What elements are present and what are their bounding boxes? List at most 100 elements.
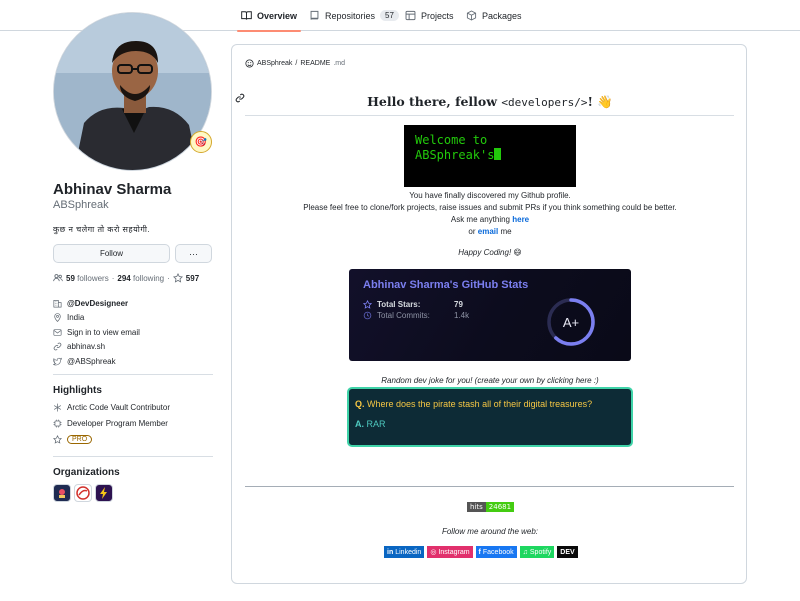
tab-projects[interactable]: Projects <box>405 0 454 31</box>
company-link[interactable]: @DevDesigneer <box>67 299 128 308</box>
dev-badge[interactable]: DEV <box>557 546 578 558</box>
hits-badge[interactable]: hits 24681 <box>467 502 515 512</box>
spotify-icon: ♫ <box>522 548 528 556</box>
linkedin-badge[interactable]: in Linkedin <box>384 546 425 558</box>
readme-line-1: You have finally discovered my Github pr… <box>409 191 571 200</box>
link-icon <box>53 342 62 351</box>
organizations-heading: Organizations <box>53 467 120 478</box>
followers-count: 59 <box>66 273 75 283</box>
waving-hand-icon: 👋 <box>597 94 613 109</box>
heading-code: <developers/> <box>501 96 588 109</box>
org-avatar-1[interactable] <box>53 484 71 502</box>
history-icon <box>363 311 372 320</box>
heading-suffix: ! <box>587 94 593 109</box>
following-label: following <box>132 273 165 283</box>
spotify-badge[interactable]: ♫ Spotify <box>519 546 555 558</box>
joke-question: Q. Where does the pirate stash all of th… <box>355 399 625 409</box>
highlight-label[interactable]: Developer Program Member <box>67 419 168 428</box>
joke-caption[interactable]: Random dev joke for you! (create your ow… <box>232 376 746 385</box>
email-signin-link[interactable]: Sign in to view email <box>67 328 140 337</box>
highlight-label[interactable]: Arctic Code Vault Contributor <box>67 403 170 412</box>
facebook-icon: f <box>478 548 481 556</box>
readme-user[interactable]: ABSphreak <box>257 60 292 67</box>
org-logo-icon <box>76 486 90 500</box>
repo-icon <box>310 10 319 20</box>
snowflake-icon <box>53 403 62 412</box>
dot-separator: · <box>167 273 170 283</box>
readme-heading: Hello there, fellow <developers/>! 👋 <box>232 94 746 110</box>
follow-stats: 59 followers · 294 following · 597 <box>53 273 199 283</box>
happy-coding-text: Happy Coding! 😄 <box>458 248 522 257</box>
target-icon: 🎯 <box>194 136 208 148</box>
tab-label: Projects <box>421 10 454 21</box>
sidebar-divider <box>53 456 213 457</box>
typing-terminal-banner: Welcome to ABSphreak's <box>404 125 576 187</box>
readme-card: ABSphreak / README .md Hello there, fello… <box>231 44 747 584</box>
mail-icon <box>53 329 62 336</box>
joke-q-label: Q. <box>355 399 365 409</box>
follow-caption: Follow me around the web: <box>441 527 539 536</box>
readme-breadcrumb: ABSphreak / README .md <box>245 59 345 68</box>
twitter-link[interactable]: @ABSphreak <box>67 357 116 366</box>
vcard-details: @DevDesigneer India Sign in to view emai… <box>53 296 213 369</box>
location-row: India <box>53 311 213 326</box>
dev-joke-card[interactable]: Q. Where does the pirate stash all of th… <box>347 387 633 447</box>
terminal-cursor <box>494 148 502 160</box>
status-emoji-button[interactable]: 🎯 <box>190 131 212 153</box>
org-logo-icon <box>55 486 69 500</box>
tab-overview[interactable]: Overview <box>236 0 302 32</box>
line4-suffix: me <box>498 227 512 236</box>
profile-name: Abhinav Sharma <box>53 181 172 198</box>
stars-label: Total Stars: <box>377 300 421 309</box>
hits-value: 24681 <box>485 502 515 512</box>
kebab-icon: ··· <box>189 248 198 259</box>
star-icon <box>172 273 183 283</box>
badge-label: Instagram <box>438 548 470 556</box>
organization-icon <box>53 299 62 308</box>
website-link[interactable]: abhinav.sh <box>67 342 105 351</box>
stars-count: 597 <box>185 273 200 283</box>
website-row: abhinav.sh <box>53 340 213 355</box>
tab-label: Packages <box>482 10 522 21</box>
follow-button-label: Follow <box>99 249 124 258</box>
ask-here-link[interactable]: here <box>512 215 529 224</box>
heading-prefix: Hello there, fellow <box>367 94 502 109</box>
twitter-row: @ABSphreak <box>53 354 213 369</box>
org-avatar-3[interactable] <box>95 484 113 502</box>
heading-divider <box>245 115 734 116</box>
readme-line-2: Please feel free to clone/fork projects,… <box>303 203 677 212</box>
lightning-icon <box>100 487 107 499</box>
readme-path-separator: / <box>295 60 298 67</box>
dot-separator: · <box>111 273 115 283</box>
star-icon <box>363 300 372 309</box>
follow-button[interactable]: Follow <box>53 244 170 263</box>
stats-stars-row: Total Stars: 79 <box>363 300 463 309</box>
avatar-portrait <box>54 13 211 170</box>
repo-count-badge: 57 <box>380 10 399 21</box>
tab-label: Repositories <box>325 10 376 21</box>
following-link[interactable]: 294 following <box>117 274 164 283</box>
highlights-heading: Highlights <box>53 385 102 396</box>
avatar[interactable] <box>53 12 212 171</box>
followers-link[interactable]: 59 followers <box>66 274 109 283</box>
badge-label: Facebook <box>482 548 514 556</box>
tab-repositories[interactable]: Repositories 57 <box>309 0 399 31</box>
company-row: @DevDesigneer <box>53 296 213 311</box>
badge-label: Linkedin <box>395 548 422 556</box>
joke-a-text: RAR <box>366 419 386 429</box>
organizations-list <box>53 484 113 502</box>
terminal-line-1: Welcome to <box>415 133 488 147</box>
facebook-badge[interactable]: f Facebook <box>475 546 517 558</box>
email-link[interactable]: email <box>478 227 498 236</box>
org-avatar-2[interactable] <box>74 484 92 502</box>
stats-commits-row: Total Commits: 1.4k <box>363 311 469 320</box>
stars-link[interactable]: 597 <box>186 274 199 283</box>
github-stats-card[interactable]: Abhinav Sharma's GitHub Stats Total Star… <box>349 269 631 361</box>
instagram-badge[interactable]: ◎ Instagram <box>427 546 473 558</box>
profile-bio: कुछ न चलेगा तो करो सहयोगी. <box>53 225 151 234</box>
more-options-button[interactable]: ··· <box>175 244 212 263</box>
joke-answer: A. RAR <box>355 419 625 429</box>
joke-q-text: Where does the pirate stash all of their… <box>367 399 593 409</box>
line3-prefix: Ask me anything <box>450 215 513 224</box>
tab-packages[interactable]: Packages <box>466 0 522 31</box>
